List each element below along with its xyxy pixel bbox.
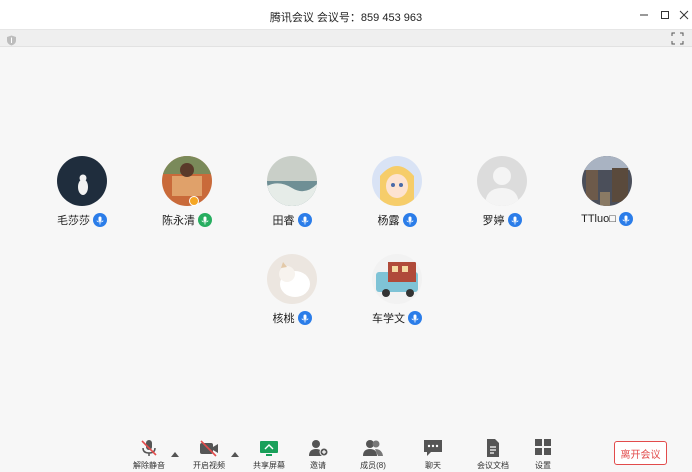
participant-tile[interactable]: TTluo□ — [562, 156, 652, 236]
sea-painting-avatar — [267, 156, 317, 206]
meeting-docs-button[interactable]: 会议文档 — [468, 438, 518, 472]
participant-tile[interactable]: 罗婷 — [457, 156, 547, 236]
video-gallery: 毛莎莎 陈永清 田睿 杨露 罗婷 TTluo□ 核桃 车学文 — [0, 48, 692, 428]
settings-button[interactable]: 设置 — [518, 438, 568, 472]
mic-icon — [297, 213, 312, 227]
participant-tile[interactable]: 车学文 — [352, 254, 442, 334]
maximize-icon[interactable] — [657, 7, 673, 23]
caret-up-icon[interactable] — [231, 444, 239, 457]
participant-name: 核桃 — [272, 313, 295, 325]
members-button[interactable]: 成员(8) — [348, 438, 398, 472]
document-icon — [482, 438, 504, 458]
mic-icon — [507, 213, 522, 227]
settings-grid-icon — [532, 438, 554, 458]
participant-tile[interactable]: 核桃 — [247, 254, 337, 334]
cat-avatar — [267, 254, 317, 304]
participant-name: 杨露 — [377, 215, 400, 227]
members-icon — [362, 438, 384, 458]
participant-name: 车学文 — [372, 313, 405, 325]
participant-tile[interactable]: 杨露 — [352, 156, 442, 236]
window-title: 腾讯会议 会议号：859 453 963 — [269, 12, 423, 24]
leave-meeting-button[interactable]: 离开会议 — [614, 441, 667, 465]
host-badge-icon — [189, 196, 199, 206]
invite-label: 邀请 — [310, 461, 326, 470]
bus-avatar — [372, 254, 422, 304]
chat-button[interactable]: 聊天 — [408, 438, 458, 472]
mic-icon — [408, 311, 422, 325]
close-icon[interactable] — [676, 7, 692, 23]
shield-icon[interactable] — [6, 33, 17, 46]
street-avatar — [582, 156, 632, 206]
info-bar — [0, 30, 692, 47]
meeting-docs-label: 会议文档 — [477, 461, 509, 470]
participant-name: 陈永清 — [162, 215, 195, 227]
mic-icon — [198, 213, 212, 227]
participant-name: 毛莎莎 — [57, 215, 90, 227]
share-screen-icon — [258, 438, 280, 458]
video-off-icon — [198, 438, 220, 458]
members-label: 成员(8) — [360, 461, 386, 470]
participant-tile[interactable]: 毛莎莎 — [37, 156, 127, 236]
mic-icon — [618, 212, 633, 226]
mic-icon — [402, 213, 417, 227]
default-person-avatar — [477, 156, 527, 206]
photo-avatar — [162, 156, 212, 206]
minimize-icon[interactable] — [636, 7, 652, 23]
mic-icon — [297, 311, 312, 325]
meeting-toolbar: 解除静音 开启视频 共享屏幕 邀请 成员(8) 聊天 会议文档 设置 — [0, 428, 692, 472]
participant-name: TTluo□ — [581, 213, 616, 225]
chat-icon — [422, 438, 444, 458]
share-screen-button[interactable]: 共享屏幕 — [244, 438, 294, 472]
fullscreen-icon[interactable] — [671, 32, 684, 45]
chat-label: 聊天 — [425, 461, 441, 470]
unmute-button[interactable]: 解除静音 — [124, 438, 174, 472]
caret-up-icon[interactable] — [171, 444, 179, 457]
participant-name: 罗婷 — [482, 215, 505, 227]
mic-icon — [93, 213, 107, 227]
participant-tile[interactable]: 田睿 — [247, 156, 337, 236]
participant-tile[interactable]: 陈永清 — [142, 156, 232, 236]
participant-name: 田睿 — [272, 215, 295, 227]
start-video-button[interactable]: 开启视频 — [184, 438, 234, 472]
settings-label: 设置 — [535, 461, 551, 470]
add-person-icon — [307, 438, 329, 458]
anime-girl-avatar — [372, 156, 422, 206]
muted-mic-icon — [138, 438, 160, 458]
invite-button[interactable]: 邀请 — [293, 438, 343, 472]
share-screen-label: 共享屏幕 — [253, 461, 285, 470]
penguin-avatar — [57, 156, 107, 206]
title-bar: 腾讯会议 会议号：859 453 963 — [0, 0, 692, 30]
unmute-label: 解除静音 — [133, 461, 165, 470]
start-video-label: 开启视频 — [193, 461, 225, 470]
